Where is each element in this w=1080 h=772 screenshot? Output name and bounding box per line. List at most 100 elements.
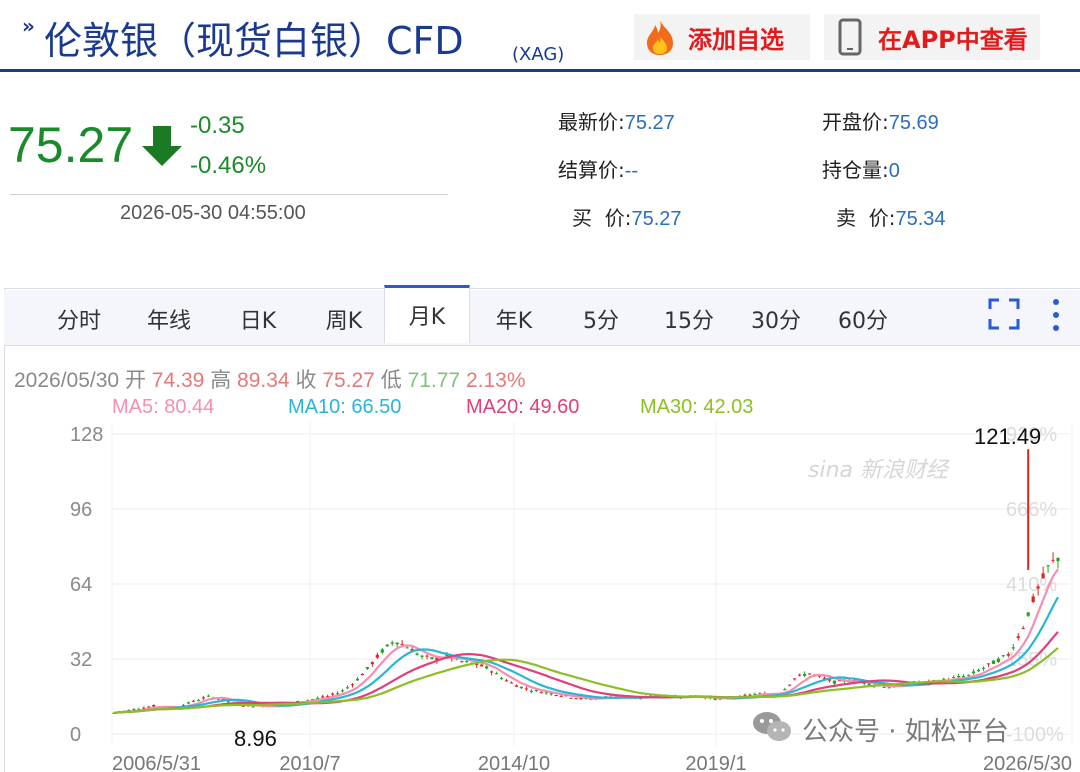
candle-body (340, 690, 345, 692)
min-price-label: 8.96 (234, 726, 277, 751)
page: » 伦敦银（现货白银）CFD (XAG) 添加自选 在APP中查看 75.27 (0, 0, 1080, 772)
candle-body (524, 688, 528, 690)
candle-body (430, 657, 434, 659)
candle-body (882, 686, 886, 688)
candle-body (996, 658, 1000, 663)
candle-body (554, 694, 558, 696)
candle-body (201, 697, 206, 699)
candle-body (966, 674, 971, 676)
candle-body (350, 684, 355, 686)
x-tick-label: 2019/1 (685, 753, 746, 772)
candle-body (370, 662, 374, 665)
candle-body (147, 706, 151, 708)
candle-body (415, 653, 419, 655)
ma-line (113, 568, 1059, 714)
candle-body (793, 678, 797, 680)
candle-body (574, 698, 578, 700)
candle-body (504, 680, 509, 682)
y-tick-label: 96 (70, 499, 92, 521)
candle-body (420, 655, 424, 657)
candle-body (952, 677, 956, 679)
candle-body (1031, 596, 1035, 602)
candle-body (355, 678, 360, 681)
candle-body (942, 678, 946, 680)
candle-body (465, 660, 469, 662)
candle-body (1021, 627, 1025, 629)
candle-body (783, 689, 787, 691)
candle-body (991, 660, 996, 664)
candle-body (360, 673, 365, 676)
candle-body (490, 671, 494, 673)
candle-body (1016, 636, 1020, 639)
y-tick-label: 32 (70, 649, 92, 671)
wechat-icon (752, 710, 792, 748)
candle-body (251, 706, 255, 708)
candle-body (365, 667, 369, 669)
candle-body (976, 669, 981, 672)
kline-chart[interactable]: 128 920%96 666%64 410%32 155%0 -100%2006/5/31… (0, 0, 1080, 772)
candle-body (321, 696, 325, 698)
candle-body (186, 702, 191, 704)
candle-body (480, 664, 484, 667)
wechat-overlay: 公众号 · 如松平台 (752, 710, 1009, 748)
ma-line (113, 596, 1059, 714)
candle-body (544, 692, 548, 694)
candle-body (559, 695, 563, 697)
candle-body (803, 674, 807, 676)
candle-body (460, 661, 464, 663)
candle-body (1051, 559, 1055, 561)
pct-tick-label: -100% (1006, 724, 1064, 746)
candle-body (539, 692, 543, 694)
candle-body (191, 700, 196, 702)
candle-body (1001, 655, 1005, 657)
candle-body (579, 698, 583, 700)
candle-body (807, 673, 812, 675)
y-tick-label: 128 (70, 424, 103, 446)
candle-body (385, 644, 389, 647)
candle-body (1056, 557, 1060, 562)
candle-body (226, 701, 230, 703)
candle-body (798, 674, 802, 676)
candle-body (1026, 612, 1030, 616)
candle-body (519, 686, 524, 689)
candle-body (514, 685, 519, 687)
candle-body (1036, 586, 1040, 589)
candle-body (1011, 647, 1015, 649)
candle-body (832, 680, 837, 684)
candle-body (788, 684, 792, 686)
x-tick-label: 2026/5/30 (983, 753, 1072, 772)
candle-body (887, 687, 891, 689)
candle-body (499, 677, 504, 679)
candle-body (1046, 565, 1050, 567)
candle-body (981, 667, 986, 669)
candle-body (380, 649, 384, 653)
candle-body (331, 693, 335, 695)
candle-body (971, 671, 976, 674)
candle-body (569, 697, 573, 699)
candle-body (957, 676, 961, 678)
candle-body (494, 673, 499, 675)
candle-body (529, 690, 533, 692)
x-tick-label: 2010/7 (279, 753, 340, 772)
candle-body (335, 693, 340, 695)
candle-body (152, 705, 156, 707)
ma-line (113, 631, 1059, 714)
candle-body (405, 647, 409, 649)
pct-tick-label: 666% (1006, 499, 1057, 521)
candle-body (196, 700, 201, 702)
candle-body (132, 709, 136, 711)
candle-body (509, 682, 514, 684)
candle-body (345, 687, 350, 689)
x-tick-label: 2014/10 (478, 753, 550, 772)
candle-body (1041, 573, 1045, 579)
sina-watermark: sina 新浪财经 (808, 458, 948, 483)
candle-body (743, 694, 747, 696)
candle-body (986, 663, 991, 665)
candle-body (425, 655, 429, 657)
candle-body (390, 642, 394, 644)
candle-body (1006, 654, 1010, 656)
y-tick-label: 64 (70, 574, 92, 596)
candle-body (748, 694, 752, 696)
candle-body (375, 654, 379, 658)
x-tick-label: 2006/5/31 (112, 753, 201, 772)
